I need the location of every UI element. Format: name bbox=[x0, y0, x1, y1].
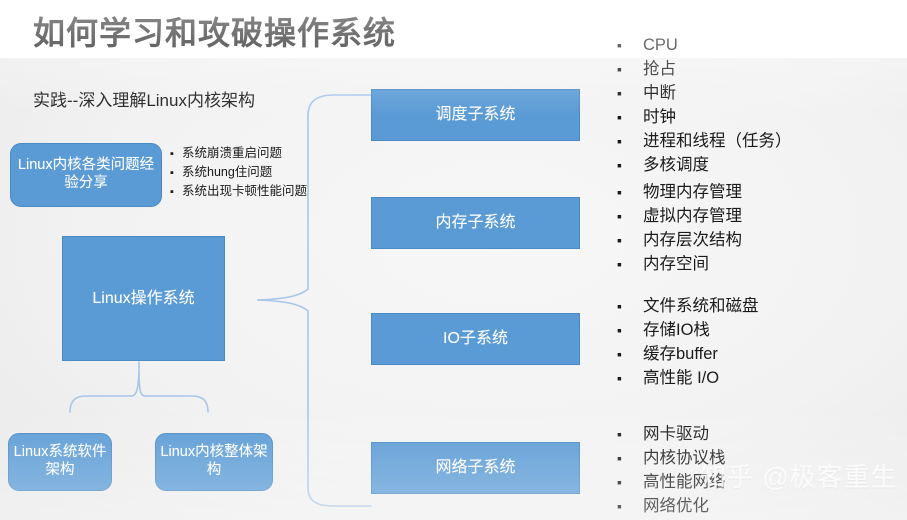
bullet-icon: ▪ bbox=[617, 61, 622, 78]
bullet-icon: ▪ bbox=[170, 148, 174, 160]
list-item: ▪ 多核调度 bbox=[617, 153, 792, 177]
list-item: ▪ 时钟 bbox=[617, 105, 792, 129]
bullet-icon: ▪ bbox=[617, 256, 622, 273]
list-item: ▪ 内存层次结构 bbox=[617, 228, 742, 252]
list-item: ▪ 高性能 I/O bbox=[617, 366, 759, 390]
node-io-subsystem[interactable]: IO子系统 bbox=[371, 313, 580, 365]
bullet-icon: ▪ bbox=[617, 232, 622, 249]
bullet-icon: ▪ bbox=[170, 166, 174, 179]
list-item-label: 存储IO栈 bbox=[643, 321, 710, 340]
list-item: ▪ 网卡驱动 bbox=[617, 422, 726, 446]
list-item-label: 系统hung住问题 bbox=[182, 164, 273, 179]
node-scheduler-subsystem[interactable]: 调度子系统 bbox=[371, 89, 580, 141]
node-linux-os[interactable]: Linux操作系统 bbox=[62, 236, 225, 361]
slide-canvas: 如何学习和攻破操作系统 实践--深入理解Linux内核架构 Linux内核各类问… bbox=[0, 0, 907, 520]
bullet-icon: ▪ bbox=[170, 185, 174, 198]
bullet-icon: ▪ bbox=[617, 184, 622, 200]
node-network-subsystem[interactable]: 网络子系统 bbox=[371, 442, 580, 494]
kernel-issue-list: ▪ 系统崩溃重启问题 ▪ 系统hung住问题 ▪ 系统出现卡顿性能问题 bbox=[170, 144, 307, 201]
bullet-icon: ▪ bbox=[617, 208, 622, 225]
topic-list-io: ▪ 文件系统和磁盘 ▪ 存储IO栈 ▪ 缓存buffer ▪ 高性能 I/O bbox=[617, 294, 759, 390]
list-item: ▪ 缓存buffer bbox=[617, 342, 759, 366]
list-item-label: 高性能 I/O bbox=[643, 369, 720, 388]
list-item: ▪ 物理内存管理 bbox=[617, 180, 742, 204]
list-item-label: 网络优化 bbox=[643, 497, 709, 516]
topic-list-memory: ▪ 物理内存管理 ▪ 虚拟内存管理 ▪ 内存层次结构 ▪ 内存空间 bbox=[617, 180, 742, 276]
list-item-label: 进程和线程（任务） bbox=[643, 132, 792, 151]
list-item-label: 抢占 bbox=[643, 60, 676, 79]
topic-list-scheduler: ▪ CPU ▪ 抢占 ▪ 中断 ▪ 时钟 ▪ 进程和线程（任务） ▪ 多核调度 bbox=[617, 33, 792, 177]
bullet-icon: ▪ bbox=[617, 370, 622, 387]
page-subtitle: 实践--深入理解Linux内核架构 bbox=[33, 91, 255, 110]
list-item: ▪ 内存空间 bbox=[617, 252, 742, 276]
list-item: ▪ 系统hung住问题 bbox=[170, 163, 307, 182]
list-item: ▪ 存储IO栈 bbox=[617, 318, 759, 342]
list-item-label: 多核调度 bbox=[643, 156, 709, 175]
bullet-icon: ▪ bbox=[617, 37, 622, 53]
bullet-icon: ▪ bbox=[617, 85, 622, 102]
bullet-icon: ▪ bbox=[617, 133, 622, 150]
list-item: ▪ 进程和线程（任务） bbox=[617, 129, 792, 153]
list-item-label: 中断 bbox=[643, 84, 676, 103]
list-item-label: 网卡驱动 bbox=[643, 425, 709, 443]
list-item-label: 内存空间 bbox=[643, 255, 709, 274]
bullet-icon: ▪ bbox=[617, 346, 622, 363]
list-item-label: 物理内存管理 bbox=[643, 183, 742, 201]
watermark: 知乎 @极客重生 bbox=[700, 462, 898, 492]
bullet-icon: ▪ bbox=[617, 450, 622, 467]
bullet-icon: ▪ bbox=[617, 157, 622, 174]
list-item-label: 缓存buffer bbox=[643, 345, 718, 364]
list-item: ▪ CPU bbox=[617, 33, 792, 57]
bullet-icon: ▪ bbox=[617, 322, 622, 339]
list-item: ▪ 系统崩溃重启问题 bbox=[170, 144, 307, 163]
list-item-label: 系统出现卡顿性能问题 bbox=[182, 183, 308, 198]
list-item: ▪ 抢占 bbox=[617, 57, 792, 81]
list-item: ▪ 文件系统和磁盘 bbox=[617, 294, 759, 318]
list-item-label: 时钟 bbox=[643, 108, 676, 127]
node-linux-software-architecture[interactable]: Linux系统软件架构 bbox=[8, 433, 112, 491]
bullet-icon: ▪ bbox=[617, 474, 622, 491]
list-item: ▪ 系统出现卡顿性能问题 bbox=[170, 182, 307, 201]
list-item: ▪ 网络优化 bbox=[617, 494, 726, 518]
bullet-icon: ▪ bbox=[617, 109, 622, 126]
list-item: ▪ 中断 bbox=[617, 81, 792, 105]
list-item: ▪ 虚拟内存管理 bbox=[617, 204, 742, 228]
node-memory-subsystem[interactable]: 内存子系统 bbox=[371, 197, 580, 249]
node-linux-kernel-architecture[interactable]: Linux内核整体架构 bbox=[155, 433, 273, 491]
bullet-icon: ▪ bbox=[617, 298, 622, 314]
list-item-label: CPU bbox=[643, 36, 678, 54]
list-item-label: 文件系统和磁盘 bbox=[643, 297, 759, 315]
list-item-label: 系统崩溃重启问题 bbox=[182, 146, 283, 160]
bullet-icon: ▪ bbox=[617, 498, 622, 515]
bullet-icon: ▪ bbox=[617, 426, 622, 442]
node-kernel-issues[interactable]: Linux内核各类问题经验分享 bbox=[10, 143, 162, 207]
list-item-label: 虚拟内存管理 bbox=[643, 207, 742, 226]
page-title: 如何学习和攻破操作系统 bbox=[33, 15, 397, 51]
list-item-label: 内存层次结构 bbox=[643, 231, 742, 250]
